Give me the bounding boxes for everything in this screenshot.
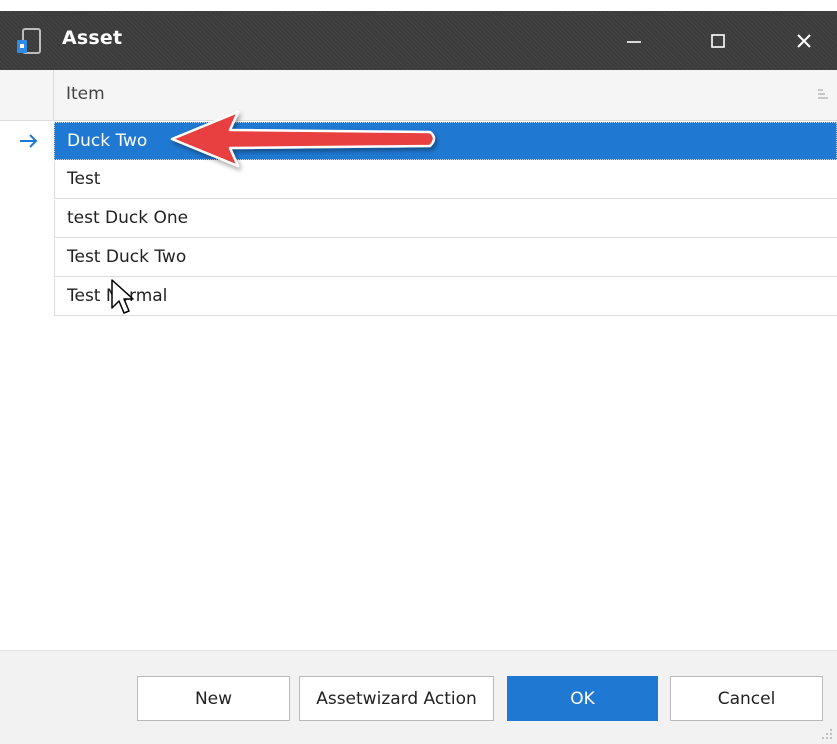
device-icon xyxy=(17,28,41,54)
minimize-icon xyxy=(627,40,641,43)
row-item-label: Duck Two xyxy=(67,131,148,151)
annotation-arrow-icon xyxy=(170,110,436,168)
maximize-button[interactable] xyxy=(688,11,748,70)
window-title: Asset xyxy=(62,27,123,49)
row-item-label: Test xyxy=(67,169,101,189)
close-button[interactable] xyxy=(774,11,834,70)
row-item-label: test Duck One xyxy=(67,208,189,228)
column-header-item[interactable]: Item xyxy=(66,84,105,104)
maximize-icon xyxy=(711,33,725,48)
title-bar[interactable]: Asset xyxy=(0,11,837,70)
table-row[interactable]: Test Normal xyxy=(54,278,837,316)
column-filter-icon[interactable] xyxy=(817,88,829,102)
assetwizard-action-button[interactable]: Assetwizard Action xyxy=(299,676,494,721)
minimize-button[interactable] xyxy=(604,11,664,70)
cancel-button[interactable]: Cancel xyxy=(670,676,823,721)
table-row[interactable]: test Duck One xyxy=(54,200,837,238)
current-row-arrow-icon xyxy=(20,134,38,148)
new-button[interactable]: New xyxy=(137,676,290,721)
resize-grip-icon[interactable] xyxy=(819,726,833,740)
row-item-label: Test Duck Two xyxy=(67,247,187,267)
row-indicator-header xyxy=(0,70,54,121)
mouse-cursor-icon xyxy=(111,279,134,314)
asset-dialog: Asset Item Duck Two Test test Duck One T… xyxy=(0,0,837,744)
close-icon xyxy=(797,33,811,48)
ok-button[interactable]: OK xyxy=(507,676,658,721)
table-row[interactable]: Test Duck Two xyxy=(54,239,837,277)
dialog-footer: New Assetwizard Action OK Cancel xyxy=(0,650,837,744)
